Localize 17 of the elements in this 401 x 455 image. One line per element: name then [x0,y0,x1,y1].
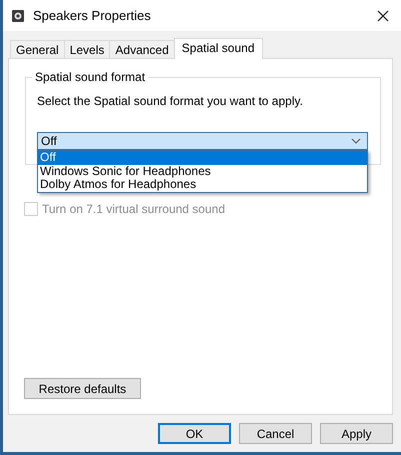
dropdown-option[interactable]: Dolby Atmos for Headphones [38,178,367,192]
window-title: Speakers Properties [33,8,152,23]
tab[interactable]: General [10,40,65,58]
tab[interactable]: Spatial sound [174,38,262,59]
chevron-icon [351,138,361,144]
dropdown-option[interactable]: Off [38,151,367,164]
speaker-icon [11,8,25,22]
close-icon[interactable] [377,10,389,22]
restore-defaults-button[interactable]: Restore defaults [24,378,141,399]
dropdown-option[interactable]: Windows Sonic for Headphones [38,164,367,178]
dialog-button[interactable]: Cancel [239,423,312,444]
group-title: Spatial sound format [32,70,148,84]
dialog-button[interactable]: Apply [320,423,393,444]
dialog-button[interactable]: OK [158,423,231,444]
checkbox-label: Turn on 7.1 virtual surround sound [42,202,225,216]
format-dropdown[interactable]: Off [37,132,368,150]
description-text: Select the Spatial sound format you want to apply. [37,94,304,108]
